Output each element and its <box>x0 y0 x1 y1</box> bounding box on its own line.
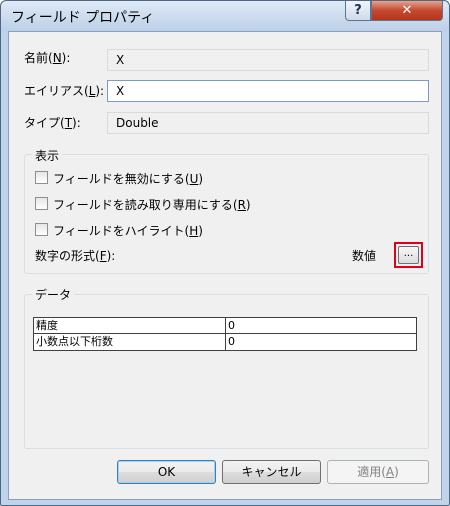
close-icon: ✕ <box>401 3 413 18</box>
title-bar[interactable]: フィールド プロパティ ? ✕ <box>1 1 449 31</box>
close-button[interactable]: ✕ <box>371 1 443 21</box>
number-format-value: 数値 <box>352 249 377 263</box>
data-property-grid: 精度 0 小数点以下桁数 0 <box>33 317 417 351</box>
cancel-button[interactable]: キャンセル <box>222 460 321 484</box>
number-format-ellipsis-button[interactable]: ... <box>398 246 419 264</box>
precision-value-cell[interactable]: 0 <box>226 318 416 334</box>
disable-field-checkbox[interactable] <box>35 171 48 184</box>
table-row[interactable]: 小数点以下桁数 0 <box>34 334 416 350</box>
alias-value: X <box>116 84 125 98</box>
help-icon: ? <box>354 3 362 18</box>
table-row[interactable]: 精度 0 <box>34 318 416 334</box>
decimals-name-cell: 小数点以下桁数 <box>34 334 226 350</box>
alias-label: エイリアス(L): <box>24 84 105 98</box>
disable-field-label[interactable]: フィールドを無効にする(U) <box>53 170 203 187</box>
dialog-client-area: 名前(N): X エイリアス(L): X タイプ(T): Double 表示 フ… <box>8 31 442 500</box>
dialog-window: フィールド プロパティ ? ✕ 名前(N): X エイリアス(L): X タイプ… <box>0 0 450 506</box>
display-group-title: 表示 <box>32 147 63 164</box>
alias-input[interactable]: X <box>107 80 429 102</box>
readonly-field-checkbox[interactable] <box>35 197 48 210</box>
readonly-field-label[interactable]: フィールドを読み取り専用にする(R) <box>53 196 251 213</box>
highlight-field-label[interactable]: フィールドをハイライト(H) <box>53 222 203 239</box>
decimals-value-cell[interactable]: 0 <box>226 334 416 350</box>
type-field: Double <box>107 112 429 134</box>
number-format-label: 数字の形式(F): <box>35 249 116 263</box>
ok-button[interactable]: OK <box>117 460 216 484</box>
ellipsis-highlight: ... <box>394 242 423 268</box>
name-field: X <box>107 49 429 71</box>
name-label: 名前(N): <box>24 51 71 65</box>
data-group-title: データ <box>32 286 75 303</box>
precision-name-cell: 精度 <box>34 318 226 334</box>
type-label: タイプ(T): <box>24 116 81 130</box>
window-title: フィールド プロパティ <box>11 10 155 26</box>
apply-button[interactable]: 適用(A) <box>327 460 429 484</box>
highlight-field-checkbox[interactable] <box>35 223 48 236</box>
help-button[interactable]: ? <box>345 1 371 21</box>
type-value: Double <box>116 116 159 130</box>
name-value: X <box>116 53 125 67</box>
